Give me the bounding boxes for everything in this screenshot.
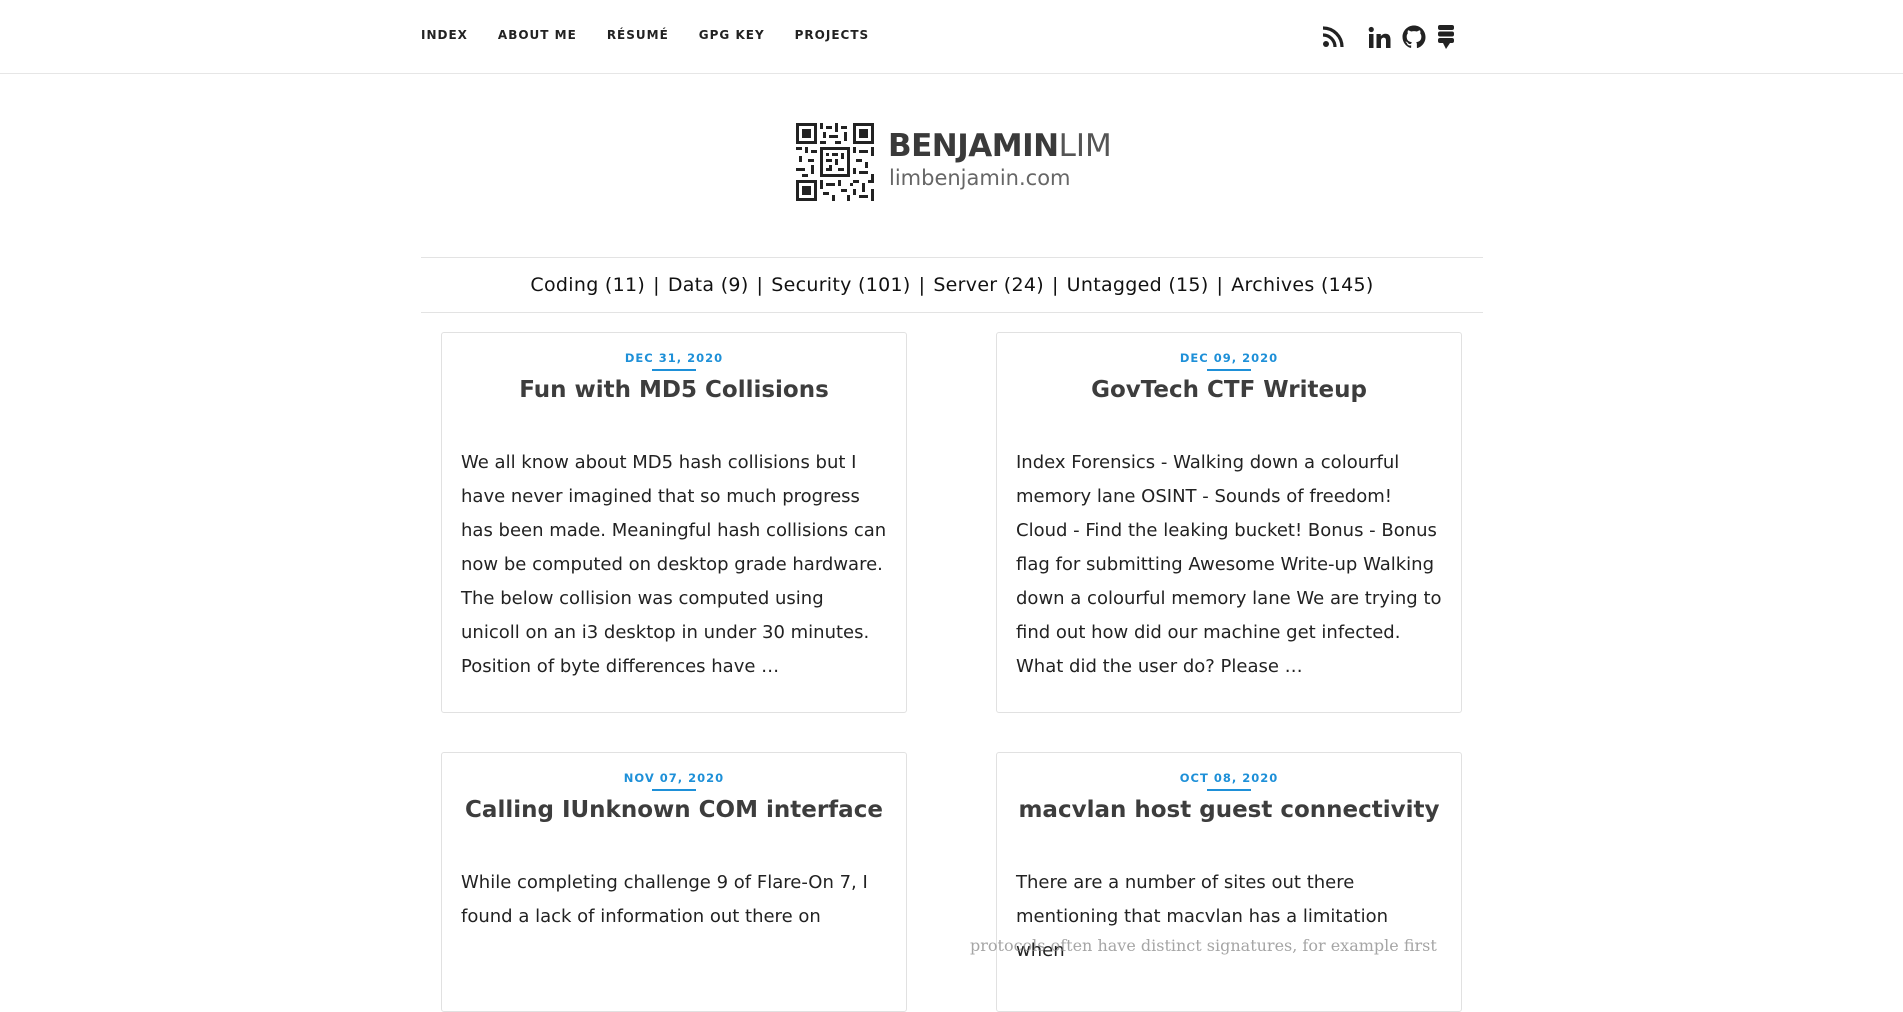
category-separator: | [918, 274, 926, 296]
post-title[interactable]: Calling IUnknown COM interface [442, 797, 906, 823]
site-name: BENJAMINLIM [888, 128, 1112, 164]
github-icon[interactable] [1402, 25, 1426, 49]
category-separator: | [653, 274, 660, 296]
category-separator: | [1051, 274, 1059, 296]
category-separator: | [1216, 274, 1224, 296]
post-date: OCT 08, 2020 [1179, 771, 1279, 785]
top-navbar: INDEX ABOUT ME RÉSUMÉ GPG KEY PROJECTS [0, 0, 1903, 74]
post-title[interactable]: macvlan host guest connectivity [997, 797, 1461, 823]
category-untagged[interactable]: Untagged (15) [1067, 274, 1209, 296]
nav-gpg-key[interactable]: GPG KEY [699, 28, 765, 42]
qr-code-icon [796, 123, 874, 201]
post-card: DEC 31, 2020 Fun with MD5 Collisions We … [441, 332, 907, 713]
category-bar: Coding (11) | Data (9) | Security (101) … [421, 257, 1483, 313]
date-underline [1207, 369, 1251, 371]
stack-icon[interactable] [1436, 24, 1456, 50]
social-links [1322, 24, 1456, 50]
post-title[interactable]: Fun with MD5 Collisions [442, 377, 906, 403]
nav-projects[interactable]: PROJECTS [795, 28, 870, 42]
category-data[interactable]: Data (9) [668, 274, 749, 296]
date-underline [652, 789, 696, 791]
post-date: DEC 31, 2020 [624, 351, 724, 365]
post-date: NOV 07, 2020 [623, 771, 725, 785]
category-separator: | [756, 274, 764, 296]
post-date: DEC 09, 2020 [1179, 351, 1279, 365]
nav-index[interactable]: INDEX [421, 28, 468, 42]
site-domain: limbenjamin.com [889, 166, 1071, 190]
post-excerpt: We all know about MD5 hash collisions bu… [461, 452, 887, 677]
post-title[interactable]: GovTech CTF Writeup [997, 377, 1461, 403]
overlay-text: protocols often have distinct signatures… [970, 936, 1437, 955]
post-excerpt: Index Forensics - Walking down a colourf… [1016, 452, 1442, 677]
post-card: OCT 08, 2020 macvlan host guest connecti… [996, 752, 1462, 1012]
site-brand[interactable]: BENJAMINLIM limbenjamin.com [796, 123, 1116, 205]
post-excerpt: While completing challenge 9 of Flare-On… [461, 872, 868, 927]
date-underline [1207, 789, 1251, 791]
category-coding[interactable]: Coding (11) [530, 274, 645, 296]
category-security[interactable]: Security (101) [771, 274, 910, 296]
main-nav: INDEX ABOUT ME RÉSUMÉ GPG KEY PROJECTS [421, 28, 869, 42]
post-card: NOV 07, 2020 Calling IUnknown COM interf… [441, 752, 907, 1012]
date-underline [652, 369, 696, 371]
nav-about-me[interactable]: ABOUT ME [498, 28, 577, 42]
rss-icon[interactable] [1322, 26, 1344, 48]
nav-resume[interactable]: RÉSUMÉ [607, 28, 669, 42]
category-server[interactable]: Server (24) [933, 274, 1044, 296]
linkedin-icon[interactable] [1368, 26, 1391, 49]
category-archives[interactable]: Archives (145) [1231, 274, 1373, 296]
post-card: DEC 09, 2020 GovTech CTF Writeup Index F… [996, 332, 1462, 713]
